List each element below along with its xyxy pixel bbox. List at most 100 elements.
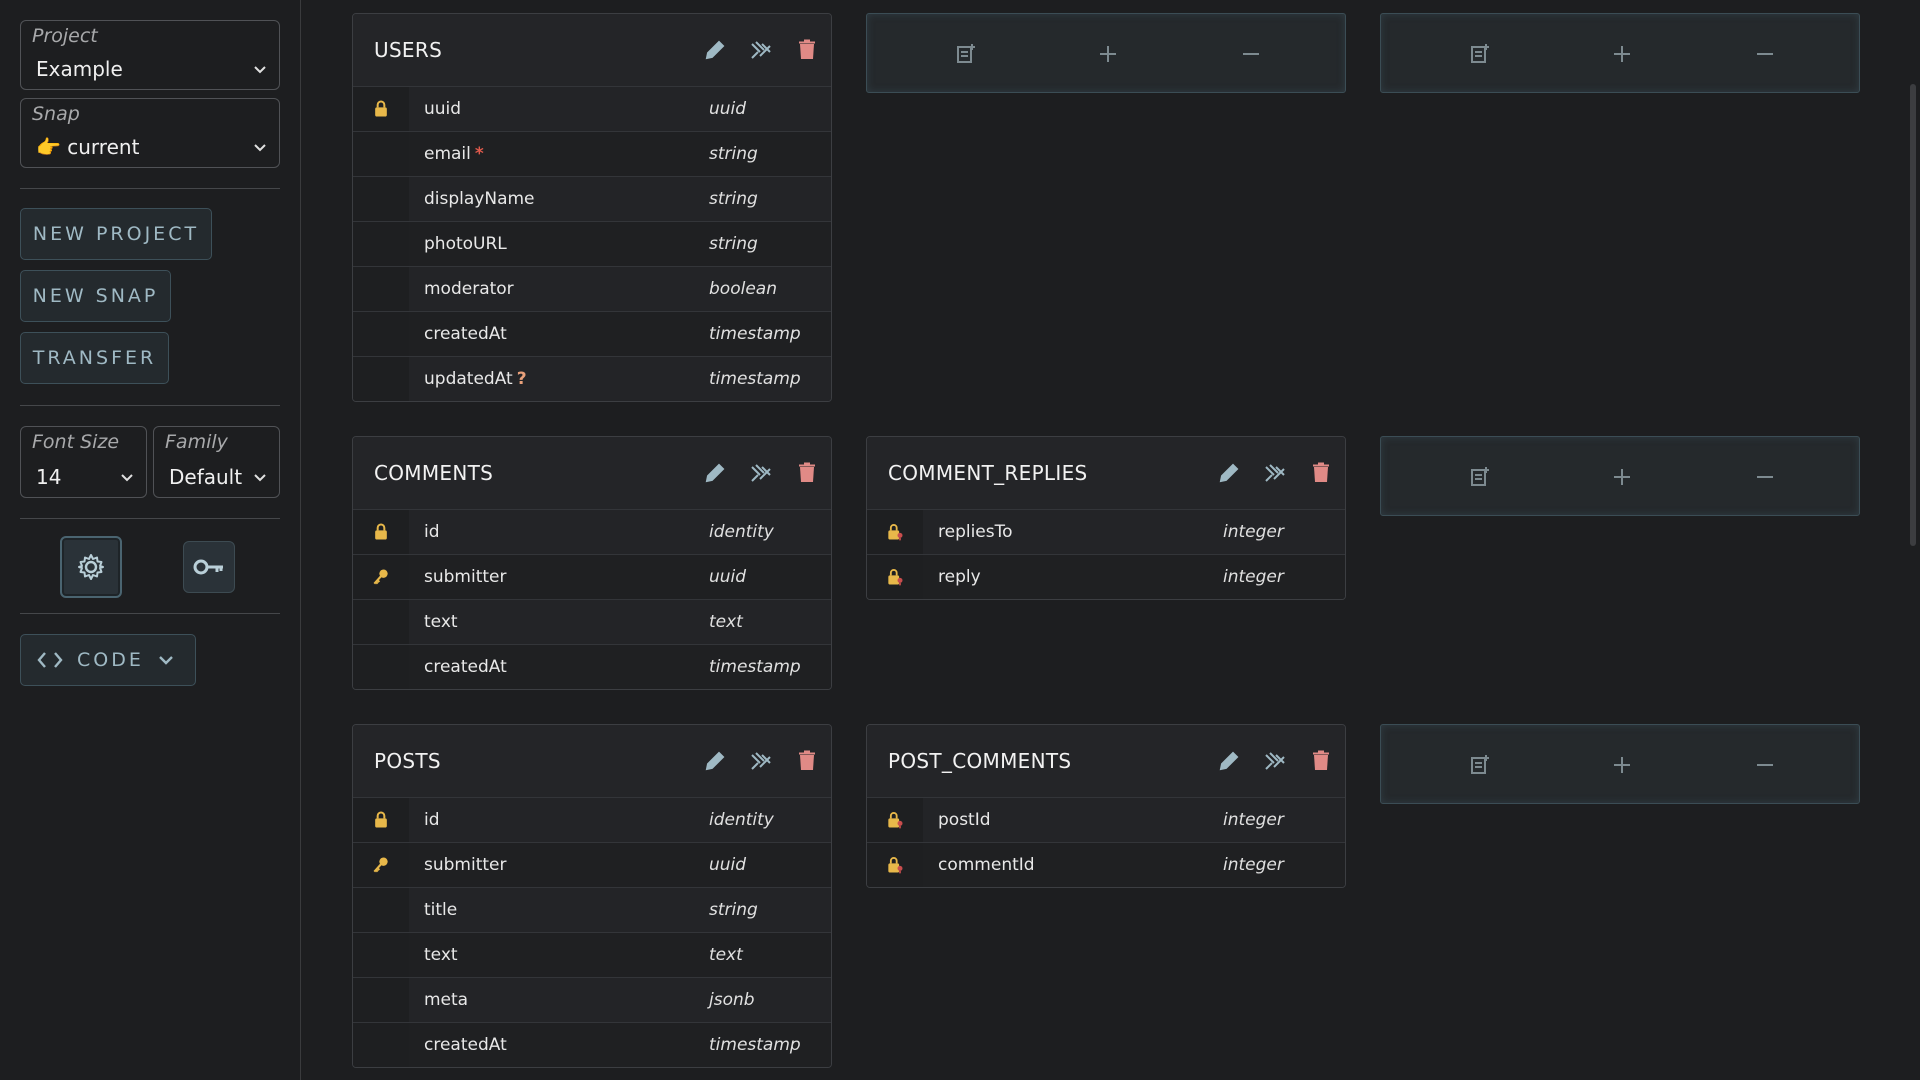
add-column-button[interactable] [1608,751,1636,779]
edit-table-button[interactable] [1215,459,1243,487]
column-name: commentId [923,855,1223,875]
edit-table-button[interactable] [701,36,729,64]
table-header: POSTS [353,725,831,797]
column-type: timestamp [709,1035,801,1055]
column-cells: createdAt timestamp [409,1023,831,1067]
snap-value: 👉 current [36,135,140,159]
remove-button[interactable] [1751,463,1779,491]
remove-button[interactable] [1237,40,1265,68]
minus-icon [1757,53,1773,55]
add-table-icon [1471,44,1489,63]
column-type: integer [1223,855,1284,875]
divider [20,405,280,406]
remove-button[interactable] [1751,751,1779,779]
column-row[interactable]: createdAt timestamp [353,311,831,356]
transfer-button[interactable]: TRANSFER [20,332,169,384]
column-row[interactable]: text text [353,599,831,644]
delete-table-button[interactable] [793,747,821,775]
delete-table-button[interactable] [793,36,821,64]
snap-select[interactable]: Snap 👉 current [20,98,280,168]
table-users: USERS uuid uuid email * string displayName str… [352,13,832,402]
remove-button[interactable] [1751,40,1779,68]
column-row[interactable]: commentId integer [867,842,1345,887]
edit-table-button[interactable] [701,747,729,775]
chevron-down-icon [254,474,266,482]
add-table-button[interactable] [1466,463,1494,491]
empty-slot [1380,724,1860,804]
minus-icon [1757,476,1773,478]
snap-label: Snap [32,103,80,125]
delete-table-button[interactable] [793,459,821,487]
add-table-button[interactable] [1466,40,1494,68]
column-cells: repliesTo integer [923,510,1345,554]
trash-icon [799,39,815,59]
delete-table-button[interactable] [1307,747,1335,775]
column-row[interactable]: id identity [353,509,831,554]
add-column-button[interactable] [1608,463,1636,491]
column-cells: submitter uuid [409,843,831,887]
table-rows: id identity submitter uuid title string text te… [353,797,831,1067]
column-cells: submitter uuid [409,555,831,599]
key-cell [353,177,409,221]
settings-button[interactable] [60,536,122,598]
edit-table-button[interactable] [1215,747,1243,775]
column-name-text: displayName [424,189,535,209]
add-column-button[interactable] [1094,40,1122,68]
column-row[interactable]: id identity [353,797,831,842]
add-column-button[interactable] [1608,40,1636,68]
keys-button[interactable] [183,541,235,593]
family-select[interactable]: Family Default [153,426,280,498]
column-row[interactable]: postId integer [867,797,1345,842]
column-name: updatedAt? [409,369,709,389]
column-row[interactable]: photoURL string [353,221,831,266]
unlink-button[interactable] [747,36,775,64]
column-row[interactable]: updatedAt? timestamp [353,356,831,401]
new-project-button[interactable]: NEW PROJECT [20,208,212,260]
table-actions [701,747,821,775]
column-row[interactable]: moderator boolean [353,266,831,311]
column-name: email * [409,144,709,164]
column-row[interactable]: uuid uuid [353,86,831,131]
column-cells: text text [409,933,831,977]
key-icon [373,857,388,873]
column-row[interactable]: createdAt timestamp [353,1022,831,1067]
delete-table-button[interactable] [1307,459,1335,487]
key-cell [353,645,409,689]
add-table-button[interactable] [1466,751,1494,779]
empty-slot [1380,436,1860,516]
unlink-button[interactable] [1261,747,1289,775]
edit-table-button[interactable] [701,459,729,487]
column-row[interactable]: meta jsonb [353,977,831,1022]
add-table-button[interactable] [952,40,980,68]
column-row[interactable]: title string [353,887,831,932]
column-row[interactable]: submitter uuid [353,842,831,887]
font-size-select[interactable]: Font Size 14 [20,426,147,498]
column-row[interactable]: repliesTo integer [867,509,1345,554]
unlink-icon [1265,464,1285,482]
unlink-button[interactable] [1261,459,1289,487]
column-row[interactable]: displayName string [353,176,831,221]
column-row[interactable]: text text [353,932,831,977]
column-row[interactable]: reply integer [867,554,1345,599]
table-post-comments: POST_COMMENTS postId integer commentId inte… [866,724,1346,888]
column-name-text: text [424,612,458,632]
add-table-icon [1471,467,1489,486]
vertical-scrollbar[interactable] [1910,84,1916,546]
column-cells: email * string [409,132,831,176]
table-header: COMMENT_REPLIES [867,437,1345,509]
table-rows: id identity submitter uuid text text createdAt… [353,509,831,689]
code-button[interactable]: CODE [20,634,196,686]
column-row[interactable]: createdAt timestamp [353,644,831,689]
column-type: identity [709,522,774,542]
trash-icon [1313,462,1329,482]
add-table-icon [1471,755,1489,774]
column-name: meta [409,990,709,1010]
new-snap-button[interactable]: NEW SNAP [20,270,171,322]
table-header: COMMENTS [353,437,831,509]
project-select[interactable]: Project Example [20,20,280,90]
table-title: POST_COMMENTS [888,749,1072,773]
unlink-button[interactable] [747,459,775,487]
unlink-button[interactable] [747,747,775,775]
column-row[interactable]: email * string [353,131,831,176]
column-row[interactable]: submitter uuid [353,554,831,599]
